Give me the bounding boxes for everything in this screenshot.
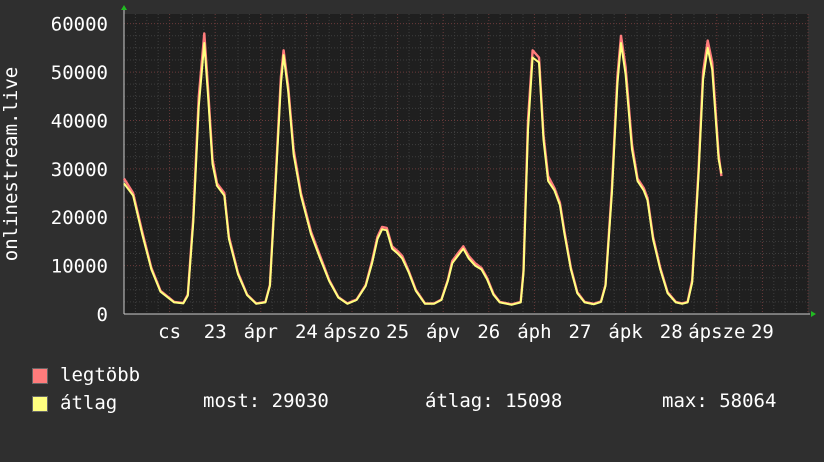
x-tick-label: 28	[660, 321, 683, 343]
stat-average: átlag: 15098	[425, 390, 563, 412]
y-tick-label: 30000	[51, 159, 108, 181]
y-tick-label: 50000	[51, 62, 108, 84]
legend-item-avg: átlag	[32, 392, 117, 462]
legend-label-max: legtöbb	[60, 364, 141, 386]
chart-svg: 0 10000 20000 30000 40000 50000 60000 cs 23 ápr 24…	[0, 5, 816, 343]
x-tick-label: 27	[569, 321, 592, 343]
x-axis-arrow	[811, 311, 816, 317]
x-tick-label: ápr	[244, 321, 278, 343]
x-tick-label: 29	[751, 321, 774, 343]
x-tick-label: ápsze	[688, 321, 745, 343]
legend-swatch-avg	[32, 396, 48, 412]
x-tick-label: 24	[295, 321, 318, 343]
stat-current: most: 29030	[203, 390, 329, 412]
legend-label-avg: átlag	[60, 392, 118, 414]
y-tick-label: 0	[97, 304, 108, 326]
x-tick-label: cs	[158, 321, 181, 343]
x-tick-label: ápv	[426, 321, 460, 343]
y-axis-arrow	[121, 5, 127, 10]
legend-swatch-max	[32, 368, 48, 384]
x-tick-label: 26	[477, 321, 500, 343]
x-tick-label: áph	[517, 321, 551, 343]
x-tick-label: 23	[204, 321, 227, 343]
stat-maximum: max: 58064	[662, 390, 777, 412]
y-tick-label: 10000	[51, 256, 108, 278]
x-tick-label: 25	[386, 321, 409, 343]
y-axis-label: onlinestream.live	[0, 67, 22, 261]
x-tick-label: ápk	[608, 321, 643, 343]
y-tick-label: 60000	[51, 14, 108, 36]
x-tick-label: ápszo	[323, 321, 380, 343]
y-tick-label: 20000	[51, 207, 108, 229]
y-tick-label: 40000	[51, 110, 108, 132]
